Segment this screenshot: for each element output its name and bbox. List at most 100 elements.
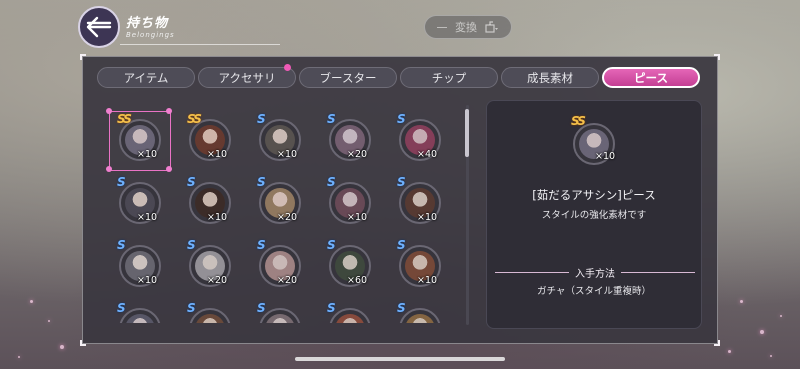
rank-badge: SS xyxy=(117,112,132,126)
piece-item[interactable]: S ×10 xyxy=(383,233,453,299)
sparkle xyxy=(728,350,731,353)
title-underline xyxy=(120,44,280,45)
sparkle xyxy=(740,300,743,303)
rank-badge: S xyxy=(327,301,336,315)
tab-label: チップ xyxy=(431,70,467,85)
rank-badge: S xyxy=(327,175,336,189)
piece-item[interactable]: S ×10 xyxy=(383,170,453,236)
selection-corner xyxy=(106,108,112,114)
panel-corner xyxy=(80,340,86,346)
piece-item[interactable]: S ×10 xyxy=(243,107,313,173)
piece-quantity: ×20 xyxy=(277,275,298,286)
tab-label: ピース xyxy=(634,70,668,85)
piece-quantity: ×10 xyxy=(207,149,228,160)
character-image xyxy=(335,314,365,323)
rank-badge: S xyxy=(397,301,406,315)
detail-quantity: ×10 xyxy=(595,151,616,162)
piece-item[interactable]: S ×60 xyxy=(313,233,383,299)
detail-piece-name: [茹だるアサシン]ピース xyxy=(532,188,656,202)
tab-label: アイテム xyxy=(123,70,169,85)
how-to-obtain-label: 入手方法 xyxy=(575,269,615,280)
character-image xyxy=(405,314,435,323)
convert-button[interactable]: 変換 xyxy=(424,15,512,39)
piece-item[interactable]: S ×10 xyxy=(103,170,173,236)
piece-quantity: ×20 xyxy=(347,149,368,160)
character-image xyxy=(265,314,295,323)
rank-badge: S xyxy=(117,175,126,189)
how-to-obtain-value: ガチャ（スタイル重複時） xyxy=(537,286,651,297)
rank-badge: S xyxy=(397,112,406,126)
rank-badge: S xyxy=(397,238,406,252)
piece-quantity: ×20 xyxy=(277,212,298,223)
piece-quantity: ×40 xyxy=(417,149,438,160)
piece-quantity: ×10 xyxy=(137,149,158,160)
tab-4[interactable]: 成長素材 xyxy=(501,67,599,88)
piece-item[interactable]: S xyxy=(103,296,173,323)
piece-item[interactable]: S xyxy=(173,296,243,323)
title-block: 持ち物 Belongings xyxy=(126,12,175,39)
rank-badge: S xyxy=(257,301,266,315)
page-subtitle: Belongings xyxy=(126,31,175,39)
sparkle xyxy=(760,330,764,334)
how-to-obtain-header: 入手方法 xyxy=(495,265,695,280)
tab-0[interactable]: アイテム xyxy=(97,67,195,88)
convert-label: 変換 xyxy=(455,21,477,34)
piece-item[interactable]: S ×10 xyxy=(313,170,383,236)
sparkle xyxy=(60,345,64,349)
piece-item[interactable]: S ×20 xyxy=(243,233,313,299)
tab-5[interactable]: ピース xyxy=(602,67,700,88)
piece-quantity: ×10 xyxy=(277,149,298,160)
rank-badge: S xyxy=(327,238,336,252)
piece-item[interactable]: S xyxy=(383,296,453,323)
piece-item[interactable]: SS ×10 xyxy=(173,107,243,173)
rank-badge: S xyxy=(257,238,266,252)
character-image xyxy=(125,314,155,323)
tab-3[interactable]: チップ xyxy=(400,67,498,88)
piece-item[interactable]: S ×20 xyxy=(243,170,313,236)
piece-item[interactable]: S xyxy=(243,296,313,323)
piece-quantity: ×10 xyxy=(417,275,438,286)
tab-label: 成長素材 xyxy=(527,70,573,85)
rank-badge: S xyxy=(257,175,266,189)
rank-badge: S xyxy=(257,112,266,126)
convert-icon xyxy=(485,21,498,33)
piece-item[interactable]: S ×20 xyxy=(173,233,243,299)
rank-badge: S xyxy=(397,175,406,189)
home-indicator[interactable] xyxy=(295,357,505,361)
sparkle xyxy=(30,300,33,303)
rank-badge: S xyxy=(117,301,126,315)
piece-item[interactable]: S ×10 xyxy=(173,170,243,236)
panel-corner xyxy=(714,340,720,346)
sparkle xyxy=(18,356,20,358)
piece-item[interactable]: S xyxy=(313,296,383,323)
piece-item[interactable]: S ×40 xyxy=(383,107,453,173)
rank-badge: S xyxy=(117,238,126,252)
divider xyxy=(495,272,569,273)
character-image xyxy=(195,314,225,323)
piece-item[interactable]: SS ×10 xyxy=(103,107,173,173)
rank-badge: SS xyxy=(187,112,202,126)
selection-corner xyxy=(166,108,172,114)
piece-quantity: ×60 xyxy=(347,275,368,286)
detail-description: スタイルの強化素材です xyxy=(541,210,647,221)
panel-corner xyxy=(714,54,720,60)
notification-dot xyxy=(284,64,291,71)
piece-quantity: ×10 xyxy=(137,275,158,286)
piece-grid[interactable]: SS ×10 SS ×10 S ×10 S ×20 S ×40 S ×10 S ×10 S ×20 S ×10 S ×… xyxy=(103,107,453,323)
back-button[interactable] xyxy=(78,6,120,48)
piece-quantity: ×10 xyxy=(347,212,368,223)
piece-quantity: ×10 xyxy=(137,212,158,223)
tab-1[interactable]: アクセサリ xyxy=(198,64,296,88)
page-title: 持ち物 xyxy=(126,16,169,31)
grid-scrollbar-thumb[interactable] xyxy=(465,109,469,157)
belongings-panel: アイテム アクセサリ ブースター チップ 成長素材 ピース SS ×10 SS ×10 S ×10 S… xyxy=(80,54,720,346)
tab-2[interactable]: ブースター xyxy=(299,67,397,88)
tab-label: ブースター xyxy=(319,70,377,85)
panel-corner xyxy=(80,54,86,60)
piece-item[interactable]: S ×10 xyxy=(103,233,173,299)
piece-quantity: ×10 xyxy=(207,212,228,223)
rank-badge: S xyxy=(327,112,336,126)
category-tabs: アイテム アクセサリ ブースター チップ 成長素材 ピース xyxy=(97,64,700,88)
piece-item[interactable]: S ×20 xyxy=(313,107,383,173)
rank-badge: S xyxy=(187,175,196,189)
